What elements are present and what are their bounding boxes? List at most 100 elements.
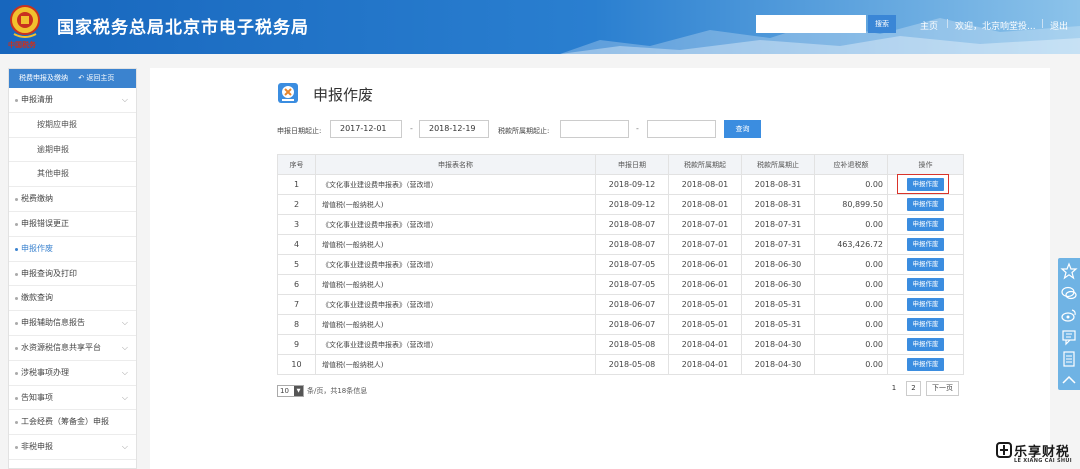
sidebar-item[interactable]: 告知事项 ⌵ [9, 386, 136, 411]
sidebar-item[interactable]: 逾期申报 [9, 138, 136, 163]
dropdown-arrow-icon[interactable]: ▼ [294, 386, 303, 396]
cancel-declaration-button[interactable]: 申报作废 [907, 358, 944, 371]
period-end-cell: 2018-07-31 [741, 214, 815, 235]
sidebar-item[interactable]: 申报查询及打印 [9, 262, 136, 287]
sidebar-item-label: 工会经费（筹备金）申报 [21, 417, 109, 427]
cancel-declaration-button[interactable]: 申报作废 [907, 318, 944, 331]
bullet-icon [15, 346, 18, 350]
sidebar-item[interactable]: 税费缴纳 [9, 187, 136, 212]
declare-date-cell: 2018-06-07 [595, 294, 669, 315]
chevron-down-icon[interactable]: ⌵ [122, 435, 128, 460]
cancel-declaration-button[interactable]: 申报作废 [907, 258, 944, 271]
search-button[interactable]: 搜索 [868, 15, 896, 33]
star-icon[interactable] [1060, 262, 1078, 280]
declare-date-cell: 2018-09-12 [595, 194, 669, 215]
table-body: 1 《文化事业建设费申报表》（营改增） 2018-09-12 2018-08-01 20… [277, 174, 964, 375]
bullet-icon [15, 247, 18, 251]
sidebar-item[interactable]: 缴款查询 [9, 286, 136, 312]
period-end-cell: 2018-06-30 [741, 254, 815, 275]
row-number-cell: 10 [277, 354, 316, 375]
chat-icon[interactable] [1060, 284, 1078, 302]
sidebar-item-label: 水资源税信息共享平台 [21, 342, 101, 352]
search-input[interactable] [756, 15, 866, 33]
tax-amount-cell: 0.00 [814, 254, 888, 275]
cancel-declaration-button[interactable]: 申报作废 [907, 238, 944, 251]
sidebar-item-label: 申报清册 [21, 95, 53, 104]
chevron-up-icon[interactable] [1060, 371, 1078, 389]
cancel-declaration-button[interactable]: 申报作废 [907, 298, 944, 311]
page-1-button[interactable]: 1 [887, 381, 901, 396]
period-start-cell: 2018-05-01 [668, 294, 742, 315]
bullet-icon [15, 421, 18, 425]
period-end-cell: 2018-06-30 [741, 274, 815, 295]
tax-amount-cell: 0.00 [814, 294, 888, 315]
period-start-input[interactable] [560, 120, 629, 138]
form-name-cell: 《文化事业建设费申报表》（营改增） [315, 214, 596, 235]
row-number-cell: 7 [277, 294, 316, 315]
sidebar-item-label: 涉税事项办理 [21, 367, 69, 377]
row-number-cell: 9 [277, 334, 316, 355]
sidebar-item[interactable]: 申报错误更正 [9, 212, 136, 237]
declare-date-cell: 2018-07-05 [595, 274, 669, 295]
page-size-value: 10 [280, 387, 289, 395]
sidebar-item[interactable]: 水资源税信息共享平台 ⌵ [9, 336, 136, 361]
period-end-input[interactable] [647, 120, 716, 138]
header-separator: | [946, 19, 950, 29]
sidebar-item[interactable]: 工会经费（筹备金）申报 [9, 410, 136, 436]
cancel-declaration-button[interactable]: 申报作废 [907, 338, 944, 351]
sidebar-item[interactable]: 申报辅助信息报告 ⌵ [9, 311, 136, 336]
end-date-input[interactable]: 2018-12-19 [419, 120, 489, 138]
sidebar-item-label: 缴款查询 [21, 293, 53, 303]
home-link[interactable]: 主页 [920, 19, 938, 32]
cancel-declaration-button[interactable]: 申报作废 [907, 218, 944, 231]
page-2-button[interactable]: 2 [906, 381, 921, 396]
weibo-icon[interactable] [1060, 306, 1078, 324]
sidebar-item-label: 申报错误更正 [21, 218, 69, 228]
period-end-cell: 2018-04-30 [741, 354, 815, 375]
back-home-link[interactable]: 返回主页 [86, 74, 114, 82]
action-cell: 申报作废 [887, 254, 964, 275]
period-end-cell: 2018-05-31 [741, 314, 815, 335]
sidebar-item[interactable]: 非税申报 ⌵ [9, 435, 136, 460]
chevron-down-icon[interactable]: ⌵ [122, 361, 128, 386]
start-date-input[interactable]: 2017-12-01 [330, 120, 402, 138]
cancel-declaration-icon [278, 83, 298, 103]
cancel-declaration-button[interactable]: 申报作废 [907, 278, 944, 291]
period-start-cell: 2018-04-01 [668, 334, 742, 355]
form-name-cell: 《文化事业建设费申报表》（营改增） [315, 254, 596, 275]
form-name-cell: 增值税(一般纳税人) [315, 354, 596, 375]
back-arrow-icon[interactable]: ↶ [78, 74, 84, 82]
chevron-down-icon[interactable]: ⌵ [122, 336, 128, 361]
next-page-button[interactable]: 下一页 [926, 381, 959, 396]
bullet-icon [15, 396, 18, 400]
form-name-cell: 增值税(一般纳税人) [315, 314, 596, 335]
sidebar-item[interactable]: 按期应申报 [9, 113, 136, 138]
cancel-declaration-button[interactable]: 申报作废 [907, 198, 944, 211]
brand-name-pinyin: LE XIANG CAI SHUI [1014, 458, 1072, 464]
sidebar-title[interactable]: 税费申报及缴纳 [19, 74, 68, 82]
page-size-select[interactable]: 10 ▼ [277, 385, 304, 397]
tax-amount-cell: 0.00 [814, 354, 888, 375]
chevron-down-icon[interactable]: ⌵ [122, 311, 128, 336]
page-title: 申报作废 [313, 86, 374, 104]
column-header: 操作 [887, 154, 964, 175]
column-header: 应补退税额 [814, 154, 888, 175]
tax-amount-cell: 0.00 [814, 334, 888, 355]
sidebar-item-label: 税费缴纳 [21, 194, 53, 204]
sidebar-item-label: 申报作废 [21, 243, 53, 253]
form-name-cell: 增值税(一般纳税人) [315, 234, 596, 255]
bullet-icon [15, 371, 18, 375]
comment-icon[interactable] [1060, 328, 1078, 346]
sidebar-item[interactable]: 其他申报 [9, 162, 136, 188]
sidebar-item[interactable]: 涉税事项办理 ⌵ [9, 361, 136, 386]
sidebar-header: 税费申报及缴纳 ↶ 返回主页 [9, 69, 136, 88]
chevron-down-icon[interactable]: ⌵ [122, 88, 128, 113]
sidebar-item[interactable]: 申报清册 ⌵ [9, 88, 136, 113]
logout-link[interactable]: 退出 [1050, 19, 1068, 32]
bullet-icon [15, 99, 18, 102]
sidebar-item[interactable]: 申报作废 [9, 237, 136, 262]
chevron-down-icon[interactable]: ⌵ [122, 386, 128, 411]
query-button[interactable]: 查询 [724, 120, 761, 138]
table-row: 5 《文化事业建设费申报表》（营改增） 2018-07-05 2018-06-01 20… [277, 254, 964, 275]
document-icon[interactable] [1060, 350, 1078, 368]
